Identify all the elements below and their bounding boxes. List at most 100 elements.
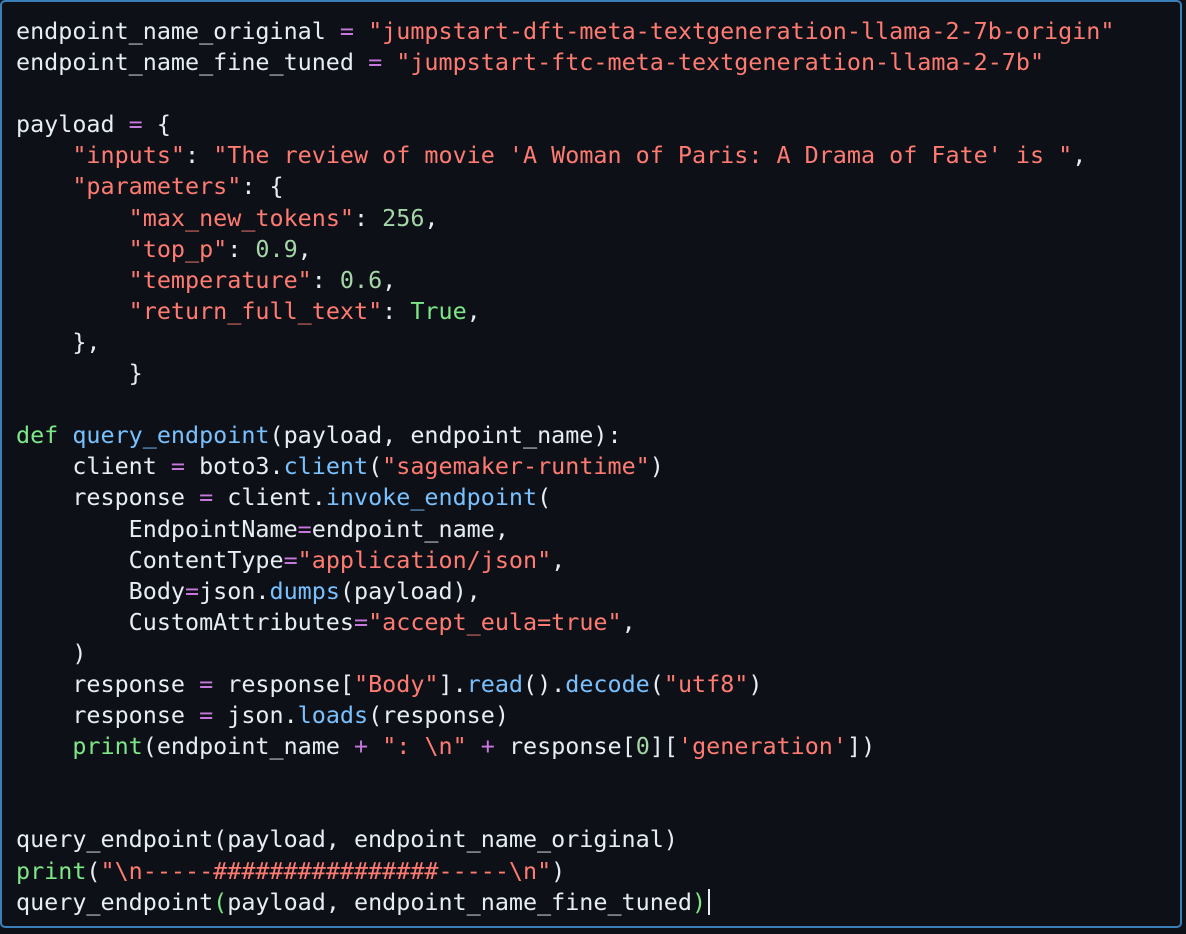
code-token: endpoint_name_original (16, 17, 340, 45)
code-token: = (199, 701, 214, 730)
code-token: : (382, 296, 411, 325)
code-token: 256 (382, 203, 425, 232)
code-token: ) (649, 452, 664, 481)
code-token: ( (649, 669, 664, 698)
code-token: client (283, 452, 369, 481)
code-token: print (16, 856, 87, 885)
code-token: "The review of movie 'A Woman of Paris: … (213, 141, 1073, 170)
code-token: ( (537, 483, 552, 512)
code-token: 0 (635, 732, 650, 761)
code-token: response (16, 483, 200, 512)
code-line: ) (16, 638, 1114, 669)
code-token: CustomAttributes (16, 607, 354, 636)
code-token: = (297, 514, 312, 543)
code-token: = (368, 48, 383, 77)
code-token: "top_p" (128, 234, 228, 263)
code-token: dumps (269, 576, 340, 605)
code-token: (endpoint_name (142, 732, 355, 761)
code-line: def query_endpoint(payload, endpoint_nam… (16, 420, 1114, 451)
code-line: response = client.invoke_endpoint( (16, 482, 1114, 513)
code-token: = (199, 669, 214, 698)
code-token: ) (551, 856, 566, 885)
code-line: }, (16, 327, 1114, 358)
code-line: ContentType="application/json", (16, 545, 1114, 576)
code-token: ) (691, 887, 707, 916)
code-token: = (283, 545, 298, 574)
code-line: "max_new_tokens": 256, (16, 203, 1114, 234)
code-token: , (424, 203, 439, 232)
code-token: , (1072, 141, 1087, 170)
code-token: } (16, 359, 143, 388)
code-token: decode (565, 669, 650, 698)
code-token: "Body" (354, 669, 439, 698)
code-line: response = response["Body"].read().decod… (16, 669, 1114, 700)
code-token: read (466, 669, 524, 698)
code-token: EndpointName (16, 514, 298, 543)
code-token: Body (16, 576, 185, 605)
code-token: "return_full_text" (128, 296, 383, 325)
code-token: : (227, 234, 256, 263)
code-token: (payload), (339, 576, 481, 605)
code-token: ]) (846, 732, 876, 761)
code-token: "utf8" (663, 669, 749, 698)
code-token: boto3. (185, 452, 284, 481)
code-line: client = boto3.client("sagemaker-runtime… (16, 451, 1114, 482)
code-token: "\n-----################-----\n" (100, 856, 552, 885)
code-token: invoke_endpoint (325, 483, 538, 512)
code-editor[interactable]: endpoint_name_original = "jumpstart-dft-… (0, 0, 1182, 928)
code-token: True (410, 296, 467, 325)
code-token: endpoint_name_fine_tuned (16, 48, 369, 77)
code-token: { (142, 110, 171, 139)
code-line: "top_p": 0.9, (16, 234, 1114, 265)
code-line: "temperature": 0.6, (16, 265, 1114, 296)
code-line: "parameters": { (16, 171, 1114, 202)
code-line: "inputs": "The review of movie 'A Woman … (16, 140, 1114, 171)
code-token: , (551, 545, 566, 574)
code-token: payload (16, 110, 129, 139)
code-token: "max_new_tokens" (128, 203, 354, 232)
code-token: }, (16, 327, 101, 356)
code-token: query_endpoint (72, 421, 270, 450)
code-token: json. (213, 701, 298, 730)
code-line: } (16, 358, 1114, 389)
code-token: = (128, 110, 143, 139)
code-token: (). (523, 669, 566, 698)
code-token: client. (213, 483, 326, 512)
code-block[interactable]: endpoint_name_original = "jumpstart-dft-… (16, 16, 1114, 918)
code-token: response (16, 669, 200, 698)
code-token: (payload, endpoint_name): (269, 421, 622, 450)
code-token: query_endpoint(payload, endpoint_name_or… (16, 825, 678, 854)
code-line: Body=json.dumps(payload), (16, 576, 1114, 607)
code-token: "inputs" (72, 141, 186, 170)
code-token: : (311, 265, 340, 294)
code-line: query_endpoint(payload, endpoint_name_or… (16, 824, 1114, 855)
code-token: , (621, 607, 636, 636)
code-token: = (199, 483, 214, 512)
code-line: endpoint_name_fine_tuned = "jumpstart-ft… (16, 47, 1114, 78)
code-token: client (16, 452, 171, 481)
code-token: ]. (438, 669, 467, 698)
code-token: loads (297, 701, 369, 730)
code-token: = (353, 607, 369, 636)
code-token: , (466, 296, 481, 325)
code-token: ) (16, 638, 87, 667)
code-token: query_endpoint (16, 887, 214, 916)
code-token: "temperature" (128, 265, 312, 294)
code-token: response[ (494, 732, 636, 761)
code-token: json. (199, 576, 270, 605)
code-token: ( (213, 887, 228, 916)
code-token: 'generation' (677, 732, 847, 761)
code-line: payload = { (16, 109, 1114, 140)
code-token: endpoint_name, (311, 514, 509, 543)
